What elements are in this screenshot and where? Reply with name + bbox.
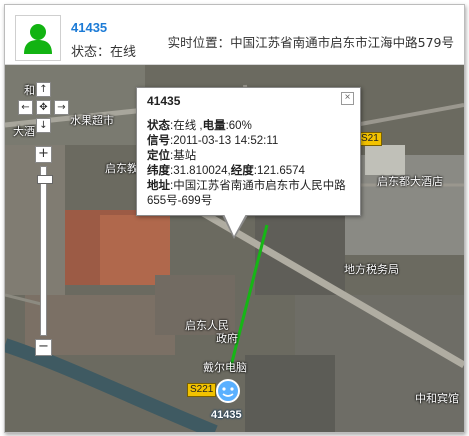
pan-right-button[interactable]: → (54, 100, 69, 115)
map-label-zhonghe: 中和宾馆 (415, 392, 459, 405)
location-window: 41435 状态：在线 实时位置：中国江苏省南通市启东市江海中路579号 和 水… (4, 4, 465, 433)
road-badge-s21: S21 (358, 132, 382, 146)
info-row-positioning: 定位:基站 (147, 150, 197, 162)
device-avatar (15, 15, 61, 61)
zoom-slider-thumb[interactable] (37, 175, 53, 184)
info-row-status: 状态:在线 ,电量:60% (147, 120, 252, 132)
device-marker-icon[interactable] (215, 378, 241, 404)
info-row-coords: 纬度:31.810024,经度:121.6574 (147, 165, 305, 177)
zoom-in-button[interactable]: + (35, 146, 52, 163)
pan-down-button[interactable]: ↓ (36, 118, 51, 133)
info-window: 41435 × 状态:在线 ,电量:60% 信号:2011-03-13 14:5… (136, 87, 361, 239)
map-label-dell: 戴尔电脑 (203, 361, 247, 374)
info-title: 41435 (147, 94, 181, 108)
device-status: 状态：在线 (71, 45, 137, 60)
close-icon[interactable]: × (341, 92, 354, 105)
info-body: 状态:在线 ,电量:60% 信号:2011-03-13 14:52:11 定位:… (147, 119, 355, 209)
info-row-signal: 信号:2011-03-13 14:52:11 (147, 135, 279, 147)
map-view[interactable]: 和 水果超市 大酒 启东教 启东都大酒店 地方税务局 启东人民 政府 戴尔电脑 … (5, 65, 464, 432)
realtime-location: 实时位置：中国江苏省南通市启东市江海中路579号 (167, 35, 454, 50)
map-label-qidong-jiao: 启东教 (105, 162, 138, 175)
device-header: 41435 状态：在线 实时位置：中国江苏省南通市启东市江海中路579号 (5, 5, 464, 65)
map-label-qidong-hotel: 启东都大酒店 (377, 175, 443, 188)
map-label-tax-bureau: 地方税务局 (344, 263, 399, 276)
zoom-out-button[interactable]: − (35, 339, 52, 356)
road-badge-s221: S221 (187, 383, 217, 397)
info-window-pointer (224, 214, 246, 236)
marker-label: 41435 (211, 409, 242, 421)
info-row-address: 地址:中国江苏省南通市启东市人民中路655号-699号 (147, 180, 346, 207)
zoom-slider[interactable] (37, 166, 53, 336)
user-icon (24, 24, 52, 54)
pan-up-button[interactable]: ↑ (36, 82, 51, 97)
pan-control: ↑ ← ✥ → ↓ (14, 82, 76, 144)
device-name: 41435 (71, 20, 108, 35)
map-label-government: 政府 (216, 332, 238, 345)
pan-left-button[interactable]: ← (18, 100, 33, 115)
map-label-shuiguo: 水果超市 (70, 114, 114, 127)
pan-center-button[interactable]: ✥ (36, 100, 51, 115)
